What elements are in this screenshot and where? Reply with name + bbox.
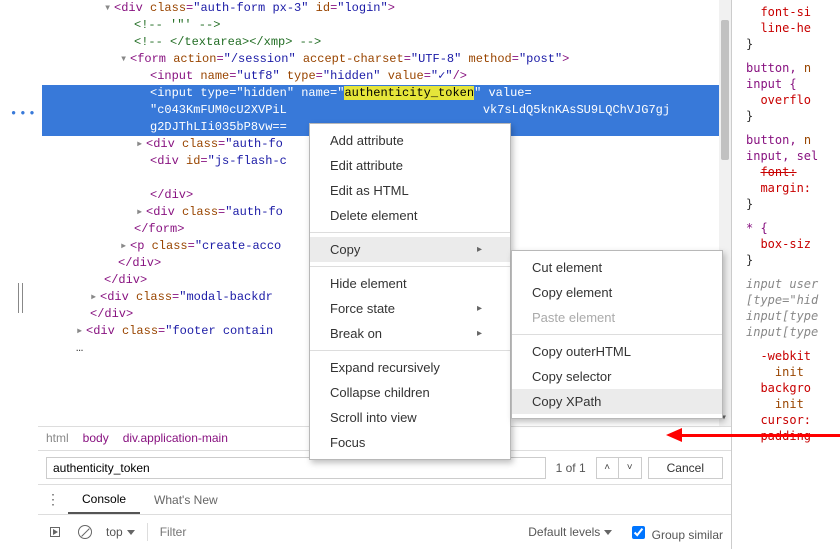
ctx-break-on[interactable]: Break on bbox=[310, 321, 510, 346]
styles-sidebar[interactable]: font-si line-he } button, n input { over… bbox=[732, 0, 840, 549]
copy-submenu[interactable]: Cut element Copy element Paste element C… bbox=[511, 250, 723, 419]
ctx-copy-selector[interactable]: Copy selector bbox=[512, 364, 722, 389]
ctx-focus[interactable]: Focus bbox=[310, 430, 510, 455]
console-clear-icon[interactable] bbox=[76, 523, 94, 541]
ctx-copy-xpath[interactable]: Copy XPath bbox=[512, 389, 722, 414]
ctx-edit-as-html[interactable]: Edit as HTML bbox=[310, 178, 510, 203]
ctx-paste-element: Paste element bbox=[512, 305, 722, 330]
console-levels-select[interactable]: Default levels bbox=[528, 525, 612, 539]
context-menu-separator bbox=[512, 334, 722, 335]
search-prev-button[interactable]: ˄ bbox=[597, 458, 619, 478]
search-cancel-button[interactable]: Cancel bbox=[648, 457, 723, 479]
ctx-cut-element[interactable]: Cut element bbox=[512, 255, 722, 280]
ctx-delete-element[interactable]: Delete element bbox=[310, 203, 510, 228]
ctx-expand-recursively[interactable]: Expand recursively bbox=[310, 355, 510, 380]
panel-resize-handle[interactable] bbox=[18, 283, 23, 313]
context-menu-separator bbox=[310, 232, 510, 233]
ctx-copy-element[interactable]: Copy element bbox=[512, 280, 722, 305]
scrollbar-thumb[interactable] bbox=[721, 20, 729, 160]
ctx-collapse-children[interactable]: Collapse children bbox=[310, 380, 510, 405]
drawer-menu-button[interactable]: ⋮ bbox=[38, 491, 68, 508]
element-context-menu[interactable]: Add attribute Edit attribute Edit as HTM… bbox=[309, 123, 511, 460]
ctx-copy-outerhtml[interactable]: Copy outerHTML bbox=[512, 339, 722, 364]
ctx-add-attribute[interactable]: Add attribute bbox=[310, 128, 510, 153]
ctx-force-state[interactable]: Force state bbox=[310, 296, 510, 321]
breadcrumb-item[interactable]: div.application-main bbox=[123, 431, 228, 446]
tab-console[interactable]: Console bbox=[68, 485, 140, 514]
ctx-copy-submenu[interactable]: Copy bbox=[310, 237, 510, 262]
ctx-edit-attribute[interactable]: Edit attribute bbox=[310, 153, 510, 178]
breadcrumb-item[interactable]: body bbox=[83, 431, 109, 446]
console-filter-input[interactable] bbox=[160, 523, 220, 542]
console-group-similar-checkbox[interactable]: Group similar bbox=[628, 523, 723, 542]
selected-line-gutter-marker: ••• bbox=[10, 107, 38, 121]
context-menu-separator bbox=[310, 266, 510, 267]
console-context-select[interactable]: top bbox=[106, 525, 135, 539]
chevron-down-icon bbox=[604, 530, 612, 535]
search-next-button[interactable]: ˅ bbox=[619, 458, 641, 478]
search-result-count: 1 of 1 bbox=[552, 461, 590, 475]
chevron-down-icon bbox=[127, 530, 135, 535]
ctx-hide-element[interactable]: Hide element bbox=[310, 271, 510, 296]
annotation-arrow bbox=[660, 428, 840, 442]
tab-whats-new[interactable]: What's New bbox=[140, 485, 232, 514]
selected-dom-node[interactable]: <input type="hidden" name="authenticity_… bbox=[42, 85, 731, 102]
context-menu-separator bbox=[310, 350, 510, 351]
ctx-scroll-into-view[interactable]: Scroll into view bbox=[310, 405, 510, 430]
console-toggle-sidebar-icon[interactable] bbox=[46, 523, 64, 541]
breadcrumb-item[interactable]: html bbox=[46, 431, 69, 446]
